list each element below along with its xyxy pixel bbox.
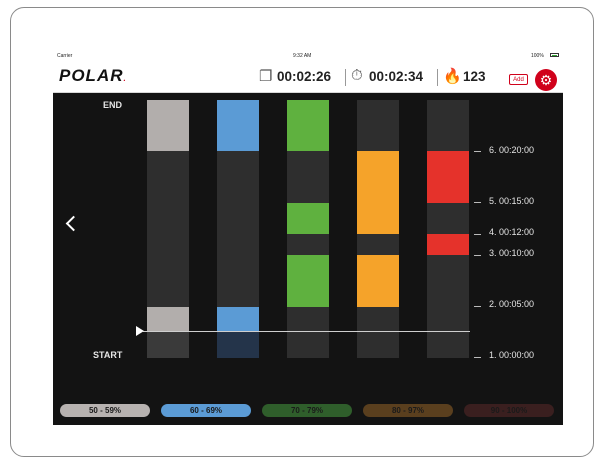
add-button[interactable]: Add [509, 74, 528, 85]
phase-label: 3. 00:10:00 [489, 248, 535, 258]
phase-label: 6. 00:20:00 [489, 145, 535, 155]
zone-block-empty [357, 100, 399, 151]
zone-pill-50-59: 50 - 59% [60, 404, 150, 417]
zone-block-empty [287, 234, 329, 255]
phase-tick [474, 306, 481, 307]
phase-label: 5. 00:15:00 [489, 196, 535, 206]
app-screen: Carrier 9:32 AM 100% POLAR. ❐ 00:02:26 ⏱… [53, 52, 563, 425]
zone-block-empty [287, 151, 329, 203]
zone-pill-70-79: 70 - 79% [262, 404, 352, 417]
total-time: 00:02:26 [277, 69, 332, 84]
start-label: START [93, 350, 123, 360]
app-header: POLAR. ❐ 00:02:26 ⏱ 00:02:34 🔥 123 Add ⚙ [53, 60, 563, 93]
status-time: 9:32 AM [293, 53, 312, 59]
calories-value: 123 [463, 69, 486, 84]
phase-label: 2. 00:05:00 [489, 299, 535, 309]
copy-icon: ❐ [259, 68, 273, 85]
polar-logo: POLAR. [59, 66, 127, 85]
zone-block-empty [357, 307, 399, 358]
zone-block [427, 151, 469, 203]
zone-pill-90-100: 90 - 100% [464, 404, 554, 417]
phase-tick [474, 357, 481, 358]
phase-tick [474, 151, 481, 152]
phase-time: 00:02:34 [369, 69, 424, 84]
separator [345, 69, 346, 86]
flame-icon: 🔥 [443, 68, 462, 85]
zone-column-90-100 [427, 100, 469, 358]
phase-tick [474, 202, 481, 203]
zone-pill-80-97: 80 - 97% [363, 404, 453, 417]
current-position-marker [136, 326, 144, 336]
zone-block-empty [357, 234, 399, 255]
stopwatch-icon: ⏱ [351, 67, 363, 84]
zone-block [287, 203, 329, 234]
zone-block [357, 151, 399, 203]
phase-label: 4. 00:12:00 [489, 227, 535, 237]
zone-column-60-69 [217, 100, 259, 358]
zone-block [217, 307, 259, 332]
back-arrow-icon[interactable] [65, 215, 82, 232]
zone-column-80-97 [357, 100, 399, 358]
phase-tick [474, 234, 481, 235]
phase-label: 1. 00:00:00 [489, 350, 535, 360]
zone-block-empty [427, 255, 469, 358]
zone-block [147, 100, 189, 151]
zone-block [357, 255, 399, 307]
phase-tick [474, 255, 481, 256]
end-label: END [103, 100, 123, 110]
zone-column-50-59 [147, 100, 189, 358]
zone-block-empty [217, 332, 259, 358]
separator [437, 69, 438, 86]
gear-icon[interactable]: ⚙ [535, 69, 557, 91]
zone-block [357, 203, 399, 234]
current-position-line [143, 331, 470, 332]
zone-block-empty [217, 151, 259, 307]
zone-column-70-79 [287, 100, 329, 358]
zone-block-empty [287, 307, 329, 358]
zone-block-empty [147, 151, 189, 307]
zone-block [217, 100, 259, 151]
zone-block [287, 255, 329, 307]
status-bar: Carrier 9:32 AM 100% [53, 52, 563, 60]
zone-block-empty [427, 203, 469, 234]
zone-block [427, 234, 469, 255]
battery-icon [550, 53, 559, 57]
zone-pill-60-69: 60 - 69% [161, 404, 251, 417]
zone-block-empty [427, 100, 469, 151]
zone-block [287, 100, 329, 151]
carrier-label: Carrier [57, 53, 73, 59]
battery-percent: 100% [531, 53, 544, 59]
zone-block-empty [147, 332, 189, 358]
zone-block [147, 307, 189, 332]
